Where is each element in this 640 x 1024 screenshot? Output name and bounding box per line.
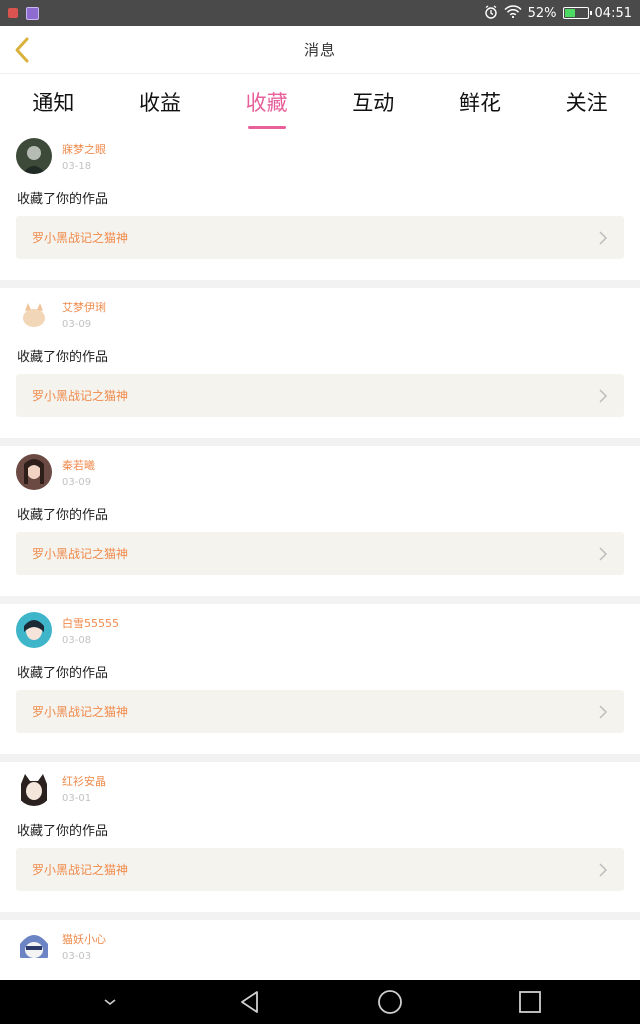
chevron-right-icon [599,704,608,719]
divider [0,912,640,920]
work-card[interactable]: 罗小黑战记之猫神 [16,848,624,891]
chevron-left-icon [15,37,29,63]
status-bar: 52% 04:51 [0,0,640,26]
action-text: 收藏了你的作品 [17,350,109,365]
username[interactable]: 红衫安晶 [62,773,106,789]
date: 03-18 [62,160,92,172]
tab-notifications[interactable]: 通知 [26,87,80,117]
avatar[interactable] [16,612,52,648]
action-text: 收藏了你的作品 [17,824,109,839]
divider [0,438,640,446]
home-circle-icon [378,990,402,1014]
collapse-icon [104,999,116,1006]
avatar[interactable] [16,296,52,332]
clock: 04:51 [594,5,632,21]
username[interactable]: 寐梦之眼 [62,141,106,157]
collapse-button[interactable] [96,988,124,1016]
wifi-icon [504,5,522,21]
tab-earnings[interactable]: 收益 [133,87,187,117]
battery-fill [564,9,576,17]
chevron-right-icon [599,546,608,561]
divider [0,596,640,604]
work-card[interactable]: 罗小黑战记之猫神 [16,690,624,733]
username[interactable]: 艾梦伊琍 [62,299,106,315]
work-title: 罗小黑战记之猫神 [32,705,129,719]
work-title: 罗小黑战记之猫神 [32,231,129,245]
battery-icon [562,7,592,19]
user-row[interactable]: 猫妖小心 03-03 [16,928,106,964]
favorites-list: 寐梦之眼 03-18 收藏了你的作品 罗小黑战记之猫神 艾梦伊琍 03-09 收… [0,130,640,1024]
recents-square-icon [519,991,541,1013]
list-item: 白雪55555 03-08 收藏了你的作品 罗小黑战记之猫神 [0,604,640,754]
page-title: 消息 [303,41,336,59]
back-button[interactable] [8,36,36,64]
work-card[interactable]: 罗小黑战记之猫神 [16,216,624,259]
tab-flowers[interactable]: 鲜花 [453,87,507,117]
app-header: 消息 [0,26,640,74]
user-row[interactable]: 寐梦之眼 03-18 [16,138,106,174]
work-card[interactable]: 罗小黑战记之猫神 [16,374,624,417]
list-item: 红衫安晶 03-01 收藏了你的作品 罗小黑战记之猫神 [0,762,640,912]
date: 03-08 [62,634,92,646]
list-item: 寐梦之眼 03-18 收藏了你的作品 罗小黑战记之猫神 [0,130,640,280]
back-nav-button[interactable] [236,988,264,1016]
notification-app-icon [8,8,18,18]
home-button[interactable] [376,988,404,1016]
username[interactable]: 秦若曦 [62,457,95,473]
avatar[interactable] [16,770,52,806]
avatar[interactable] [16,454,52,490]
recents-button[interactable] [516,988,544,1016]
username[interactable]: 猫妖小心 [62,931,106,947]
action-text: 收藏了你的作品 [17,666,109,681]
tab-interactions[interactable]: 互动 [346,87,400,117]
date: 03-03 [62,950,92,962]
alarm-icon [484,4,498,22]
username[interactable]: 白雪55555 [62,615,119,631]
work-title: 罗小黑战记之猫神 [32,547,129,561]
work-title: 罗小黑战记之猫神 [32,863,129,877]
chevron-right-icon [599,862,608,877]
user-row[interactable]: 白雪55555 03-08 [16,612,119,648]
message-tabs: 通知 收益 收藏 互动 鲜花 关注 [0,75,640,129]
divider [0,280,640,288]
user-row[interactable]: 红衫安晶 03-01 [16,770,106,806]
work-card[interactable]: 罗小黑战记之猫神 [16,532,624,575]
action-text: 收藏了你的作品 [17,192,109,207]
date: 03-09 [62,318,92,330]
battery-text: 52% [527,5,557,21]
date: 03-01 [62,792,92,804]
notification-app-icon [26,6,39,20]
list-item: 艾梦伊琍 03-09 收藏了你的作品 罗小黑战记之猫神 [0,288,640,438]
back-triangle-icon [241,991,258,1013]
tab-favorites[interactable]: 收藏 [240,87,294,129]
list-item: 秦若曦 03-09 收藏了你的作品 罗小黑战记之猫神 [0,446,640,596]
date: 03-09 [62,476,92,488]
tab-follows[interactable]: 关注 [560,87,614,117]
chevron-right-icon [599,388,608,403]
chevron-right-icon [599,230,608,245]
work-title: 罗小黑战记之猫神 [32,389,129,403]
action-text: 收藏了你的作品 [17,508,109,523]
user-row[interactable]: 艾梦伊琍 03-09 [16,296,106,332]
divider [0,754,640,762]
system-nav-bar [0,980,640,1024]
avatar[interactable] [16,928,52,964]
user-row[interactable]: 秦若曦 03-09 [16,454,95,490]
avatar[interactable] [16,138,52,174]
